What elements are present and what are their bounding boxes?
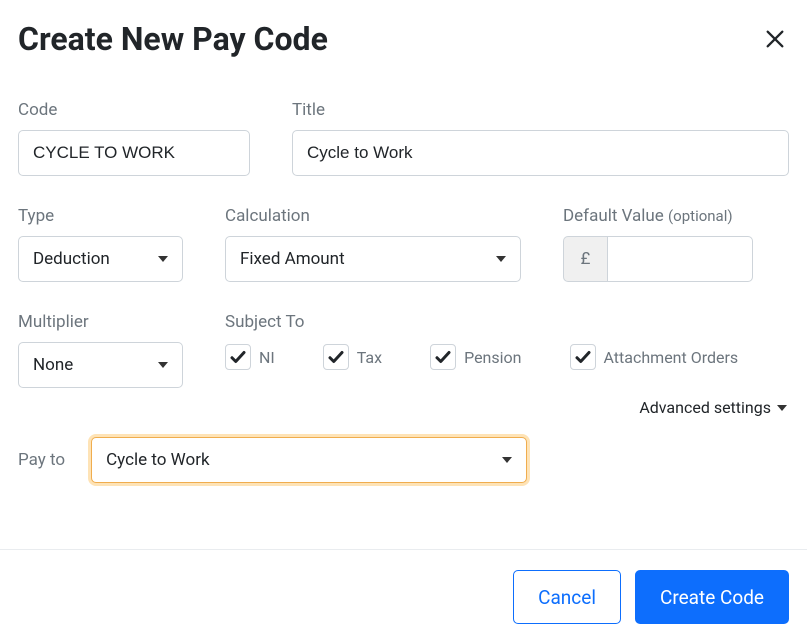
- currency-symbol: £: [563, 236, 607, 282]
- checkbox-tax-box[interactable]: [323, 344, 349, 370]
- form-row-2: Type Deduction Calculation Fixed Amount …: [18, 206, 789, 282]
- check-icon: [434, 348, 452, 366]
- check-icon: [327, 348, 345, 366]
- close-button[interactable]: [761, 25, 789, 53]
- checkbox-ni-label: NI: [259, 348, 275, 367]
- title-field: Title: [292, 100, 789, 176]
- title-label: Title: [292, 100, 789, 120]
- type-value: Deduction: [33, 249, 110, 269]
- chevron-down-icon: [158, 362, 168, 368]
- checkbox-pension: Pension: [430, 344, 521, 370]
- default-value-label: Default Value (optional): [563, 206, 753, 226]
- checkbox-attachment-box[interactable]: [570, 344, 596, 370]
- create-code-button[interactable]: Create Code: [635, 570, 789, 624]
- default-value-input[interactable]: [607, 236, 753, 282]
- checkbox-ni: NI: [225, 344, 275, 370]
- multiplier-label: Multiplier: [18, 312, 183, 332]
- calculation-field: Calculation Fixed Amount: [225, 206, 521, 282]
- create-pay-code-dialog: Create New Pay Code Code Title Type Dedu…: [0, 0, 807, 483]
- default-value-field: Default Value (optional) £: [563, 206, 753, 282]
- pay-to-row: Pay to Cycle to Work: [18, 437, 789, 483]
- cancel-button[interactable]: Cancel: [513, 570, 621, 624]
- advanced-settings-label: Advanced settings: [639, 398, 771, 417]
- pay-to-select[interactable]: Cycle to Work: [91, 437, 527, 483]
- default-value-group: £: [563, 236, 753, 282]
- calculation-select[interactable]: Fixed Amount: [225, 236, 521, 282]
- advanced-settings-toggle[interactable]: Advanced settings: [639, 398, 787, 417]
- type-field: Type Deduction: [18, 206, 183, 282]
- checkbox-tax-label: Tax: [357, 348, 382, 367]
- form-row-3: Multiplier None Subject To NI: [18, 312, 789, 388]
- close-icon: [764, 28, 786, 50]
- code-field: Code: [18, 100, 250, 176]
- subject-to-field: Subject To NI Tax: [225, 312, 789, 388]
- subject-to-checkboxes: NI Tax Pension: [225, 344, 789, 370]
- dialog-header: Create New Pay Code: [18, 20, 789, 58]
- pay-to-label: Pay to: [18, 450, 65, 470]
- pay-to-value: Cycle to Work: [106, 450, 209, 470]
- multiplier-select[interactable]: None: [18, 342, 183, 388]
- advanced-row: Advanced settings: [18, 398, 789, 417]
- chevron-down-icon: [158, 256, 168, 262]
- type-select[interactable]: Deduction: [18, 236, 183, 282]
- subject-to-label: Subject To: [225, 312, 789, 332]
- chevron-down-icon: [777, 405, 787, 411]
- checkbox-attachment-label: Attachment Orders: [604, 348, 739, 367]
- checkbox-pension-box[interactable]: [430, 344, 456, 370]
- calculation-value: Fixed Amount: [240, 249, 345, 269]
- checkbox-ni-box[interactable]: [225, 344, 251, 370]
- chevron-down-icon: [496, 256, 506, 262]
- form-row-1: Code Title: [18, 100, 789, 176]
- check-icon: [229, 348, 247, 366]
- type-label: Type: [18, 206, 183, 226]
- checkbox-attachment: Attachment Orders: [570, 344, 739, 370]
- code-input[interactable]: [18, 130, 250, 176]
- check-icon: [574, 348, 592, 366]
- multiplier-field: Multiplier None: [18, 312, 183, 388]
- dialog-title: Create New Pay Code: [18, 20, 328, 58]
- checkbox-pension-label: Pension: [464, 348, 521, 367]
- dialog-footer: Cancel Create Code: [0, 549, 807, 644]
- title-input[interactable]: [292, 130, 789, 176]
- code-label: Code: [18, 100, 250, 120]
- multiplier-value: None: [33, 355, 73, 375]
- chevron-down-icon: [502, 457, 512, 463]
- checkbox-tax: Tax: [323, 344, 382, 370]
- calculation-label: Calculation: [225, 206, 521, 226]
